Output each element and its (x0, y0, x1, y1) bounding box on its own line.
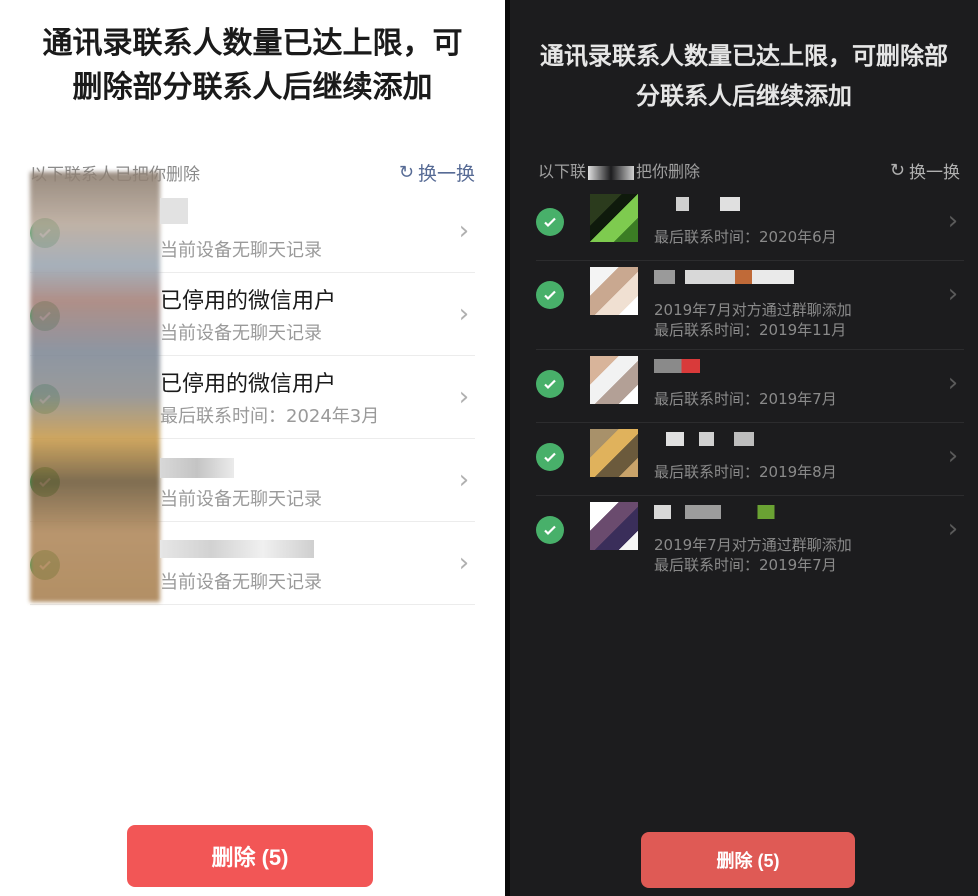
chevron-right-icon: › (458, 299, 470, 329)
contact-name-redacted (654, 431, 754, 450)
dark-mode-screen: 通讯录联系人数量已达上限，可删除部分联系人后继续添加 以下联 把你删除 ↻ 换一换… (510, 0, 978, 896)
contact-name-redacted (654, 269, 794, 288)
chevron-right-icon: › (947, 514, 959, 544)
redaction-scribble (30, 172, 160, 602)
delete-button[interactable]: 删除 (5) (127, 825, 373, 887)
redaction-block (160, 458, 234, 478)
contact-meta-2: 最后联系时间：2019年7月 (654, 556, 837, 574)
refresh-icon: ↻ (398, 161, 414, 183)
contact-meta: 当前设备无聊天记录 (160, 323, 322, 344)
refresh-button[interactable]: ↻ 换一换 (890, 158, 960, 183)
chevron-right-icon: › (458, 382, 470, 412)
page-title: 通讯录联系人数量已达上限，可删除部分联系人后继续添加 (42, 26, 463, 105)
chevron-right-icon: › (458, 465, 470, 495)
avatar (590, 194, 638, 242)
contact-meta: 当前设备无聊天记录 (160, 240, 322, 261)
contact-meta-2: 最后联系时间：2019年11月 (654, 321, 847, 339)
check-icon[interactable] (536, 208, 564, 236)
contact-name: 已停用的微信用户 (160, 289, 337, 314)
avatar (590, 356, 638, 404)
contact-meta: 最后联系时间：2020年6月 (654, 228, 837, 246)
avatar (590, 267, 638, 315)
refresh-button[interactable]: ↻ 换一换 (399, 159, 475, 186)
redaction-block (160, 198, 188, 224)
contact-name: 已停用的微信用户 (160, 372, 337, 397)
contact-meta: 2019年7月对方通过群聊添加 (654, 301, 852, 319)
subtitle-start: 以下联 (538, 162, 587, 181)
contact-meta: 最后联系时间：2019年7月 (654, 390, 837, 408)
chevron-right-icon: › (458, 216, 470, 246)
redaction-block (160, 540, 314, 558)
contact-row[interactable]: 2019年7月对方通过群聊添加 最后联系时间：2019年11月 › (536, 261, 964, 350)
chevron-right-icon: › (947, 441, 959, 471)
contact-list: 最后联系时间：2020年6月 › 2019年7月对方通过群聊添加 最后联系时间：… (536, 188, 964, 584)
chevron-right-icon: › (947, 206, 959, 236)
deleted-contacts-subtitle: 以下联 把你删除 (538, 158, 700, 182)
light-mode-screen: 通讯录联系人数量已达上限，可删除部分联系人后继续添加 以下联系人已把你删除 ↻ … (0, 0, 505, 896)
check-icon[interactable] (536, 370, 564, 398)
refresh-label: 换一换 (909, 162, 960, 183)
page-title: 通讯录联系人数量已达上限，可删除部分联系人后继续添加 (540, 42, 948, 110)
contact-meta: 最后联系时间：2019年8月 (654, 463, 837, 481)
contact-name-redacted (654, 196, 764, 215)
contact-meta: 最后联系时间：2024年3月 (160, 406, 380, 427)
check-icon[interactable] (536, 281, 564, 309)
chevron-right-icon: › (947, 279, 959, 309)
check-icon[interactable] (536, 443, 564, 471)
refresh-label: 换一换 (417, 162, 475, 185)
avatar (590, 502, 638, 550)
avatar (590, 429, 638, 477)
contact-name-redacted (654, 504, 794, 523)
deleted-contacts-header: 以下联 把你删除 ↻ 换一换 (538, 158, 960, 183)
check-icon[interactable] (536, 516, 564, 544)
chevron-right-icon: › (458, 548, 470, 578)
chevron-right-icon: › (947, 368, 959, 398)
contact-row[interactable]: 2019年7月对方通过群聊添加 最后联系时间：2019年7月 › (536, 496, 964, 584)
subtitle-end: 把你删除 (636, 162, 701, 181)
contact-meta: 2019年7月对方通过群聊添加 (654, 536, 852, 554)
contact-meta: 当前设备无聊天记录 (160, 572, 322, 593)
redaction-block (588, 165, 635, 180)
contact-meta: 当前设备无聊天记录 (160, 489, 322, 510)
contact-name-redacted (654, 358, 700, 377)
delete-button[interactable]: 删除 (5) (641, 832, 855, 888)
contact-row[interactable]: 最后联系时间：2019年7月 › (536, 350, 964, 423)
contact-row[interactable]: 最后联系时间：2019年8月 › (536, 423, 964, 496)
contact-row[interactable]: 最后联系时间：2020年6月 › (536, 188, 964, 261)
refresh-icon: ↻ (889, 159, 905, 181)
screenshot-collage: 通讯录联系人数量已达上限，可删除部分联系人后继续添加 以下联系人已把你删除 ↻ … (0, 0, 978, 896)
